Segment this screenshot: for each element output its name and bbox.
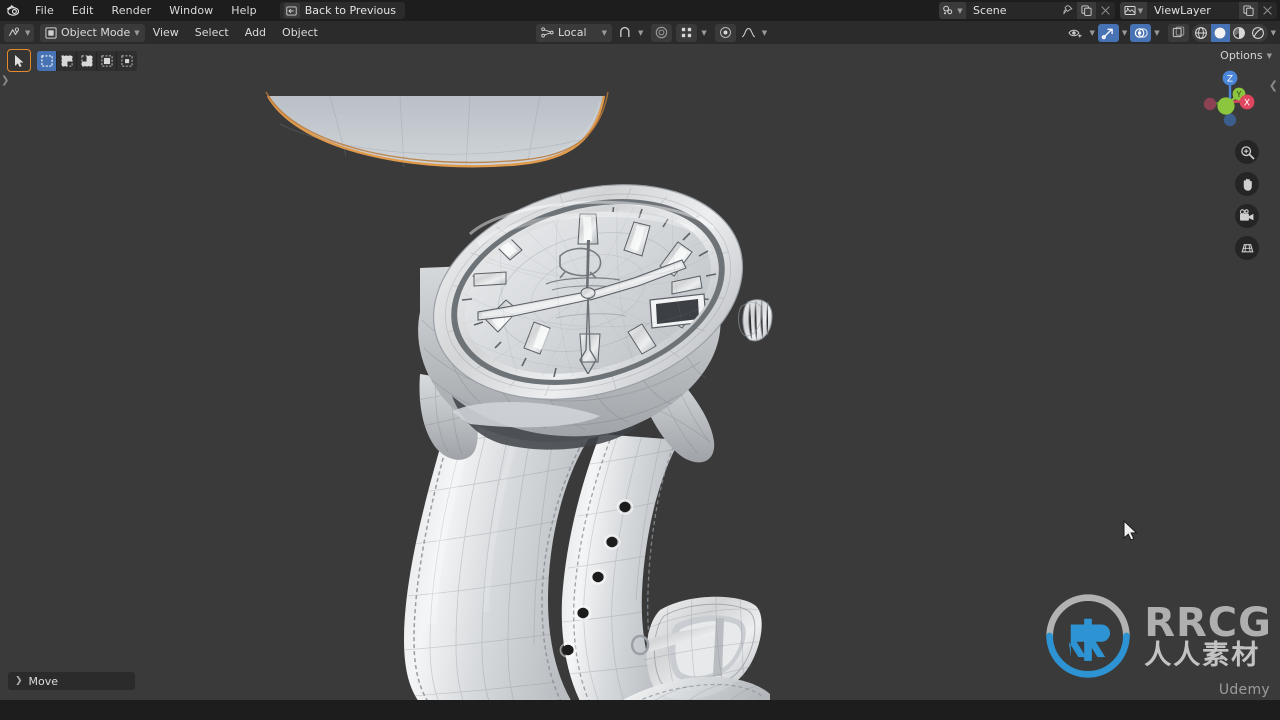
select-intersect-icon [121,54,133,67]
viewport-menu-object[interactable]: Object [274,24,326,42]
back-to-previous-label: Back to Previous [304,4,396,17]
crown[interactable] [738,299,773,342]
duplicate-scene-icon[interactable] [1077,2,1096,19]
camera-view-icon[interactable] [1235,204,1259,228]
axis-z-label: Z [1227,75,1233,85]
back-to-previous-button[interactable]: Back to Previous [279,2,405,19]
viewport-navigation-buttons [1235,140,1259,260]
select-intersect-mode[interactable] [117,50,137,71]
viewport-menu-add[interactable]: Add [237,24,274,42]
3d-viewport[interactable]: Options ▼ ❯ ❮ Z Y X ❯ Move RRCG 人人素材 Ude… [0,44,1280,700]
viewport-menu-view[interactable]: View [145,24,187,42]
gizmo-icon[interactable] [1097,23,1119,42]
xray-icon[interactable] [1167,23,1189,42]
proportional-falloff-toggle-icon[interactable] [714,23,736,42]
shading-material-preview-icon[interactable] [1230,24,1249,42]
transform-orientation-dropdown[interactable]: Local ▼ [536,23,612,42]
scene-selector[interactable]: ▼ Scene [939,2,1115,19]
smooth-falloff-icon[interactable] [740,24,758,42]
viewlayer-name[interactable]: ViewLayer [1147,2,1239,19]
object-mode-label: Object Mode [61,26,131,39]
select-invert-icon [100,54,113,67]
n-panel-expand-arrow-icon[interactable]: ❮ [1269,80,1278,91]
axis-negative-x [1203,97,1217,111]
status-bar [0,700,1280,720]
viewlayer-icon[interactable]: ▼ [1120,2,1147,19]
back-arrow-icon [283,3,300,18]
proportional-edit-icon[interactable] [651,23,673,42]
shading-wireframe-icon[interactable] [1192,24,1211,42]
rrcg-logo-icon [1046,594,1130,678]
scene-name[interactable]: Scene [966,2,1058,19]
editor-type-3dview-icon[interactable]: ▼ [4,23,34,42]
pan-view-icon[interactable] [1235,172,1259,196]
select-extend-mode[interactable] [57,50,77,71]
menu-help[interactable]: Help [222,0,265,21]
shading-rendered-icon[interactable] [1249,24,1268,42]
menu-render[interactable]: Render [103,0,161,21]
close-scene-icon[interactable] [1096,2,1115,19]
object-mode-dropdown[interactable]: Object Mode ▼ [40,23,145,42]
rrcg-watermark: RRCG 人人素材 [1042,590,1272,682]
blender-window: File Edit Render Window Help Back to Pre… [0,0,1280,720]
axis-x-label: X [1244,99,1250,109]
snap-options-icon[interactable] [676,23,698,42]
overlays-icon[interactable] [1130,23,1152,42]
toggle-ortho-perspective-icon[interactable] [1235,236,1259,260]
menu-window[interactable]: Window [160,0,222,21]
shading-solid-icon[interactable] [1210,23,1230,42]
axis-y-label: Y [1236,90,1242,99]
duplicate-viewlayer-icon[interactable] [1239,2,1258,19]
sidebar-expand-arrow-icon[interactable]: ❯ [1,76,9,86]
viewlayer-selector[interactable]: ▼ ViewLayer [1120,2,1277,19]
chevron-right-icon: ❯ [15,676,23,686]
select-subtract-icon [80,54,93,67]
select-subtract-mode[interactable] [77,50,97,71]
top-menu-bar: File Edit Render Window Help Back to Pre… [0,0,1280,21]
axis-negative-y [1217,97,1235,115]
object-mode-icon [45,26,57,39]
operator-redo-panel[interactable]: ❯ Move [8,672,135,690]
magnet-icon[interactable] [616,24,634,42]
operator-name-label: Move [28,674,59,688]
viewport-shading-modes [1191,23,1268,42]
cursor-arrow-icon [14,54,23,67]
watermark-subtitle: 人人素材 [1144,639,1261,671]
watermark-brand: RRCG [1144,599,1272,646]
viewport-menu-select[interactable]: Select [187,24,237,42]
transform-orientation-label: Local [558,26,587,39]
orientation-icon [541,27,554,38]
selected-object-above[interactable] [265,91,609,168]
tool-shelf [7,49,137,72]
zoom-view-icon[interactable] [1235,140,1259,164]
tweak-select-tool[interactable] [7,49,31,72]
select-mode-group [37,50,137,71]
scene-icon[interactable]: ▼ [939,2,966,19]
navigation-gizmo[interactable]: Z Y X [1194,60,1266,132]
object-visibility-icon[interactable] [1064,24,1086,42]
axis-negative-z [1223,113,1237,127]
select-new-icon [40,54,53,67]
select-set-mode[interactable] [37,50,57,71]
watch-case[interactable] [408,150,768,450]
menu-edit[interactable]: Edit [63,0,103,21]
topbar-right-controls: ▼ Scene ▼ ViewLayer [939,0,1280,21]
select-extend-icon [60,54,73,67]
mouse-pointer-icon [1123,519,1138,541]
close-viewlayer-icon[interactable] [1258,2,1277,19]
pin-icon[interactable] [1058,2,1077,19]
blender-logo-icon[interactable] [0,0,26,21]
select-invert-mode[interactable] [97,50,117,71]
udemy-logo: Udemy [1218,682,1270,698]
viewport-header-right: ▼ ▼ ▼ ▼ [1064,21,1278,44]
menu-file[interactable]: File [26,0,63,21]
